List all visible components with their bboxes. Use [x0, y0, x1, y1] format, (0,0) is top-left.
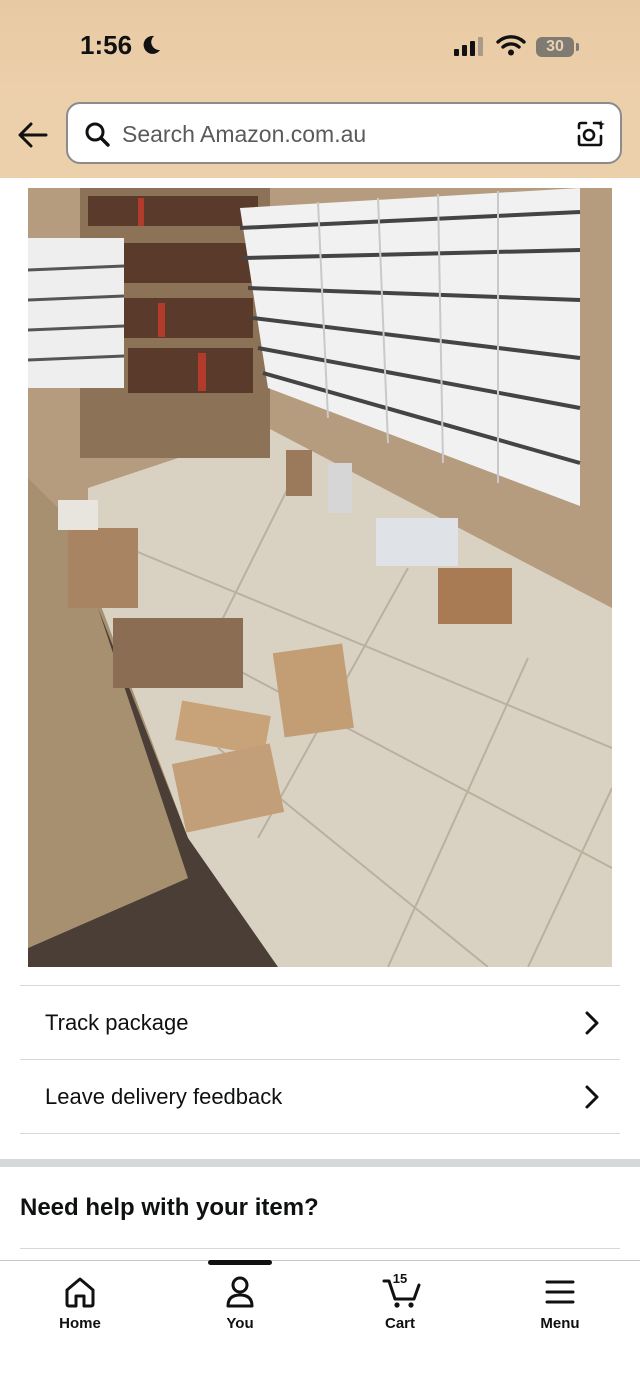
chevron-right-icon [585, 1011, 599, 1035]
signal-icon [454, 37, 483, 56]
tab-cart-label: Cart [384, 1315, 415, 1332]
bottom-tab-bar: Home You 15 Cart Menu [0, 1260, 640, 1391]
search-placeholder: Search Amazon.com.au [122, 121, 367, 147]
tab-home-label: Home [59, 1315, 101, 1332]
tab-you[interactable]: You [160, 1261, 320, 1361]
status-bar: 1:56 30 [0, 0, 640, 96]
track-package-row[interactable]: Track package [20, 985, 620, 1060]
search-input[interactable]: Search Amazon.com.au [66, 102, 622, 164]
leave-delivery-feedback-row[interactable]: Leave delivery feedback [20, 1059, 620, 1134]
cart-icon [382, 1279, 421, 1308]
help-section-title: Need help with your item? [20, 1194, 319, 1221]
search-header: Search Amazon.com.au [0, 96, 640, 178]
status-time: 1:56 [80, 30, 133, 60]
menu-icon [545, 1280, 575, 1304]
back-arrow-icon[interactable] [16, 118, 50, 152]
wifi-icon [496, 35, 526, 56]
tab-you-label: You [226, 1315, 254, 1332]
row-divider [20, 1133, 620, 1134]
moon-icon [143, 35, 160, 54]
section-separator [0, 1159, 640, 1167]
camera-lens-icon[interactable] [574, 118, 606, 150]
search-icon [85, 122, 110, 147]
battery-indicator: 30 [536, 37, 574, 57]
user-icon [226, 1276, 254, 1308]
chevron-right-icon [585, 1085, 599, 1109]
delivery-photo [28, 188, 612, 967]
home-icon [65, 1277, 95, 1308]
leave-delivery-feedback-label: Leave delivery feedback [45, 1084, 283, 1109]
help-divider [20, 1248, 620, 1249]
tab-menu-label: Menu [540, 1315, 580, 1332]
track-package-label: Track package [45, 1010, 189, 1035]
tab-menu[interactable]: Menu [480, 1261, 640, 1361]
tab-cart[interactable]: 15 Cart [320, 1261, 480, 1361]
tab-home[interactable]: Home [0, 1261, 160, 1361]
battery-cap [576, 43, 579, 51]
tab-selected-indicator [208, 1260, 272, 1265]
